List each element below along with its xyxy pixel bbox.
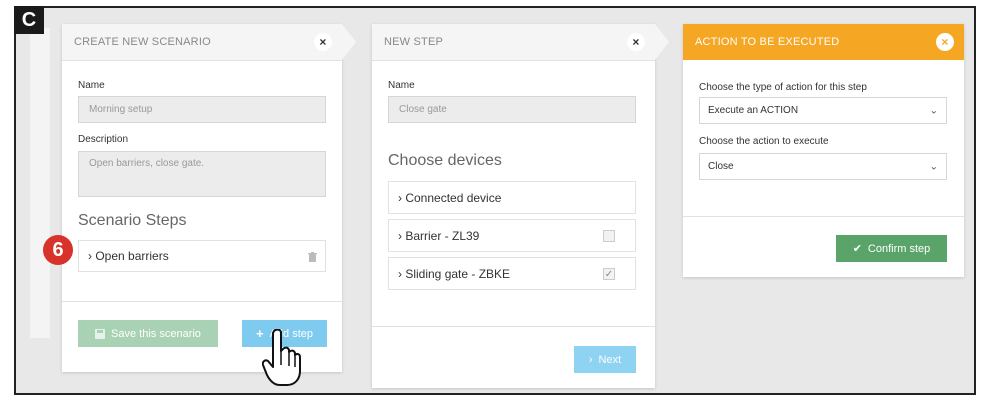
- device-checkbox[interactable]: [603, 230, 615, 242]
- header-arrow: [655, 24, 669, 60]
- device-item[interactable]: › Sliding gate - ZBKE ✓: [388, 257, 636, 290]
- chevron-down-icon: ⌄: [929, 161, 938, 172]
- scenario-name-input[interactable]: Morning setup: [78, 96, 326, 123]
- check-icon: ✔: [852, 243, 862, 255]
- action-type-label: Choose the type of action for this step: [699, 82, 867, 93]
- device-checkbox-checked[interactable]: ✓: [603, 268, 615, 280]
- next-label: Next: [598, 353, 622, 366]
- action-header: ACTION TO BE EXECUTED ×: [683, 24, 964, 60]
- create-scenario-panel: CREATE NEW SCENARIO × Name Morning setup…: [62, 24, 356, 372]
- create-scenario-header: CREATE NEW SCENARIO ×: [62, 24, 356, 61]
- action-label: Choose the action to execute: [699, 136, 829, 147]
- action-panel: ACTION TO BE EXECUTED × Choose the type …: [683, 24, 964, 277]
- action-type-select[interactable]: Execute an ACTION ⌄: [699, 97, 947, 124]
- panel-divider: [683, 216, 964, 217]
- chevron-down-icon: ⌄: [929, 105, 938, 116]
- save-scenario-label: Save this scenario: [111, 327, 201, 340]
- scenario-step-label: › Open barriers: [88, 249, 169, 263]
- device-label: › Connected device: [398, 190, 502, 205]
- panel-divider: [372, 326, 655, 327]
- new-step-panel: NEW STEP × Name Close gate Choose device…: [372, 24, 669, 388]
- close-icon[interactable]: ×: [627, 33, 645, 51]
- confirm-step-label: Confirm step: [867, 242, 931, 255]
- action-select[interactable]: Close ⌄: [699, 153, 947, 180]
- step-number-badge: 6: [43, 235, 73, 265]
- scenario-step-item[interactable]: › Open barriers: [78, 240, 326, 272]
- step-name-label: Name: [388, 80, 415, 91]
- screenshot-frame: CREATE NEW SCENARIO × Name Morning setup…: [14, 6, 976, 395]
- save-scenario-button[interactable]: Save this scenario: [78, 320, 218, 347]
- confirm-step-button[interactable]: ✔ Confirm step: [836, 235, 947, 262]
- create-scenario-title: CREATE NEW SCENARIO: [74, 36, 211, 48]
- close-icon[interactable]: ×: [936, 33, 954, 51]
- new-step-header: NEW STEP ×: [372, 24, 669, 61]
- step-name-input[interactable]: Close gate: [388, 96, 636, 123]
- chevron-right-icon: ›: [588, 353, 593, 366]
- panel-divider: [62, 301, 342, 302]
- header-arrow: [342, 24, 356, 60]
- action-type-value: Execute an ACTION: [708, 105, 799, 116]
- device-item[interactable]: › Connected device: [388, 181, 636, 214]
- scenario-steps-title: Scenario Steps: [78, 212, 187, 229]
- choose-devices-title: Choose devices: [388, 152, 502, 169]
- device-label: › Barrier - ZL39: [398, 228, 480, 243]
- next-button[interactable]: › Next: [574, 346, 636, 373]
- scenario-description-input[interactable]: Open barriers, close gate.: [78, 151, 326, 197]
- trash-icon[interactable]: [308, 252, 317, 262]
- floppy-disk-icon: [95, 328, 106, 339]
- hand-pointer-icon: [262, 329, 301, 386]
- description-label: Description: [78, 134, 129, 145]
- background-panel: [30, 28, 50, 338]
- device-label: › Sliding gate - ZBKE: [398, 266, 511, 281]
- action-title: ACTION TO BE EXECUTED: [695, 36, 840, 48]
- action-value: Close: [708, 161, 734, 172]
- figure-label: C: [14, 6, 44, 34]
- close-icon[interactable]: ×: [314, 33, 332, 51]
- name-label: Name: [78, 80, 105, 91]
- new-step-title: NEW STEP: [384, 36, 444, 48]
- device-item[interactable]: › Barrier - ZL39: [388, 219, 636, 252]
